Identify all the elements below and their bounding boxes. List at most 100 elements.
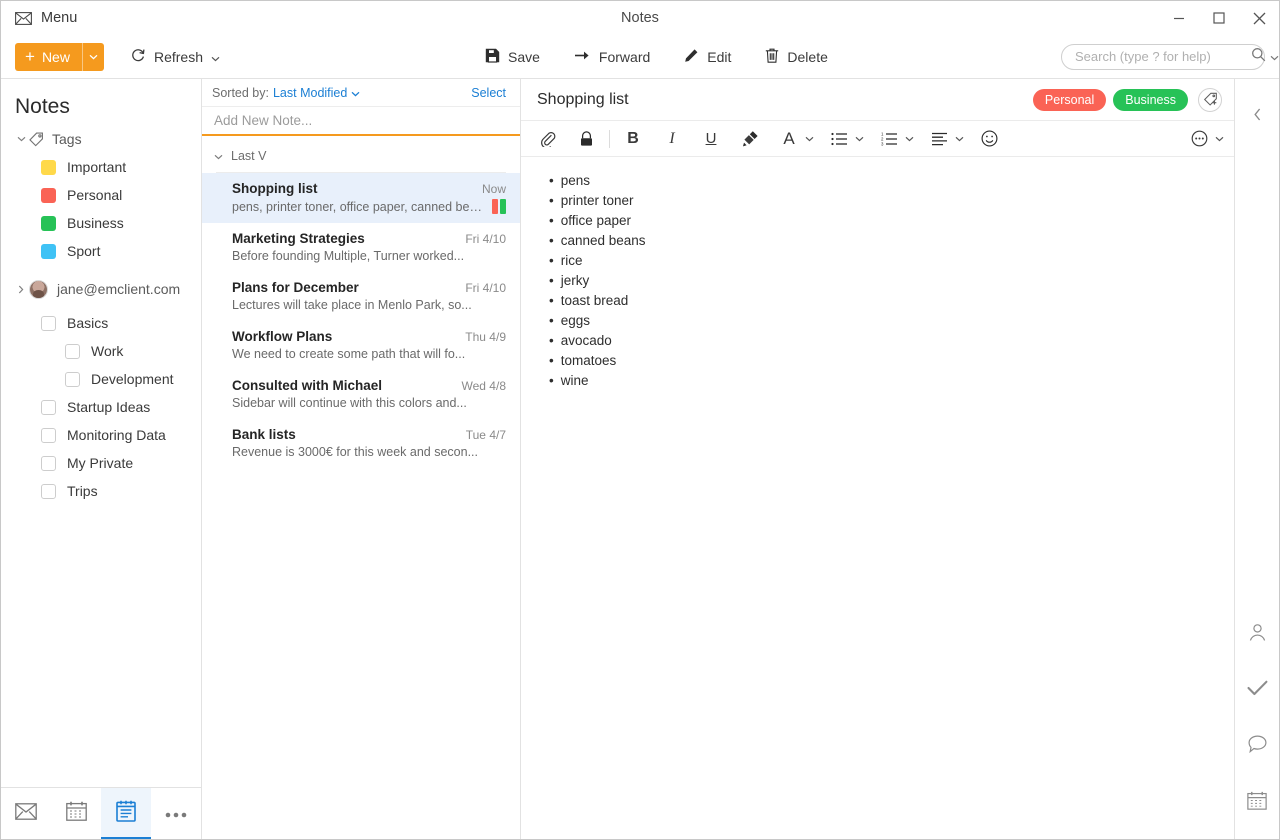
note-group-header[interactable]: Last V <box>202 140 520 172</box>
bullet-list-icon[interactable] <box>825 125 853 153</box>
note-body-line: • toast bread <box>537 291 1214 311</box>
sidebar-title: Notes <box>1 81 201 125</box>
sidebar-folder-monitoring-data[interactable]: Monitoring Data <box>1 421 201 449</box>
close-button[interactable] <box>1239 1 1279 35</box>
note-body-line: • eggs <box>537 311 1214 331</box>
new-note-main[interactable]: + New <box>15 43 82 71</box>
page-title: Shopping list <box>537 91 629 109</box>
chevron-right-icon[interactable] <box>13 285 29 294</box>
note-editor-body[interactable]: • pens • printer toner • office paper • … <box>521 157 1234 839</box>
sidebar-tag-personal[interactable]: Personal <box>1 181 201 209</box>
sidebar-tag-business[interactable]: Business <box>1 209 201 237</box>
contacts-icon[interactable] <box>1239 611 1275 653</box>
add-new-note-input[interactable] <box>214 113 508 128</box>
tasks-icon[interactable] <box>1239 667 1275 709</box>
bold-icon[interactable]: B <box>619 125 647 153</box>
nav-calendar-button[interactable] <box>51 788 101 839</box>
font-color-icon[interactable]: A <box>775 125 803 153</box>
sidebar-folder-trips[interactable]: Trips <box>1 477 201 505</box>
note-list-item-marketing-strategies[interactable]: Marketing Strategies Fri 4/10 Before fou… <box>202 223 520 272</box>
add-tag-icon[interactable] <box>1198 88 1222 112</box>
edit-button[interactable]: Edit <box>674 40 741 74</box>
chevron-down-icon[interactable] <box>13 136 29 142</box>
sidebar-account-row[interactable]: jane@emclient.com <box>1 275 201 303</box>
chat-icon[interactable] <box>1239 723 1275 765</box>
nav-notes-button[interactable] <box>101 788 151 839</box>
numbered-list-icon[interactable]: 1 2 3 <box>875 125 903 153</box>
window-controls <box>1159 1 1279 35</box>
plus-icon: + <box>25 48 35 65</box>
sidebar-tags-header[interactable]: Tags <box>1 125 201 153</box>
new-note-button[interactable]: + New <box>15 43 104 71</box>
align-group[interactable] <box>925 125 964 153</box>
note-row-bottom: Sidebar will continue with this colors a… <box>232 396 506 410</box>
chevron-down-icon[interactable] <box>805 136 814 142</box>
note-list-item-shopping-list[interactable]: Shopping list Now pens, printer toner, o… <box>202 173 520 223</box>
font-color-group[interactable]: A <box>775 125 814 153</box>
note-date: Fri 4/10 <box>455 281 506 295</box>
note-tag-indicators <box>492 199 506 214</box>
sort-by-dropdown[interactable]: Last Modified <box>273 86 360 100</box>
underline-icon[interactable]: U <box>697 125 725 153</box>
maximize-button[interactable] <box>1199 1 1239 35</box>
menu-button[interactable]: Menu <box>1 1 89 35</box>
refresh-button[interactable]: Refresh <box>120 40 230 74</box>
collapse-sidebar-button[interactable] <box>1239 93 1275 135</box>
sidebar-tag-sport[interactable]: Sport <box>1 237 201 265</box>
new-note-dropdown[interactable] <box>82 43 104 71</box>
note-row-top: Plans for December Fri 4/10 <box>232 280 506 295</box>
edit-label: Edit <box>707 49 731 65</box>
note-list-item-bank-lists[interactable]: Bank lists Tue 4/7 Revenue is 3000€ for … <box>202 419 520 468</box>
left-sidebar: Notes Tags <box>1 79 202 839</box>
note-row-top: Bank lists Tue 4/7 <box>232 427 506 442</box>
search-box[interactable] <box>1061 44 1265 70</box>
format-painter-icon[interactable] <box>736 125 764 153</box>
minimize-button[interactable] <box>1159 1 1199 35</box>
nav-mail-button[interactable] <box>1 788 51 839</box>
chevron-down-icon[interactable] <box>214 149 223 163</box>
chevron-down-icon[interactable] <box>855 136 864 142</box>
bullet-icon: • <box>549 211 554 231</box>
forward-button[interactable]: Forward <box>564 40 660 74</box>
sidebar-folder-startup-ideas[interactable]: Startup Ideas <box>1 393 201 421</box>
note-title: Workflow Plans <box>232 329 332 344</box>
sidebar-folder-development[interactable]: Development <box>1 365 201 393</box>
numbered-list-group[interactable]: 1 2 3 <box>875 125 914 153</box>
more-options-icon[interactable] <box>1185 125 1213 153</box>
search-input[interactable] <box>1075 49 1251 64</box>
note-list-item-workflow-plans[interactable]: Workflow Plans Thu 4/9 We need to create… <box>202 321 520 370</box>
add-new-note-field[interactable] <box>202 107 520 136</box>
emoji-icon[interactable] <box>975 125 1003 153</box>
sort-by-value: Last Modified <box>273 86 347 100</box>
attach-icon[interactable] <box>533 125 561 153</box>
sidebar-folder-basics[interactable]: Basics <box>1 309 201 337</box>
note-list-item-plans-for-december[interactable]: Plans for December Fri 4/10 Lectures wil… <box>202 272 520 321</box>
note-date: Thu 4/9 <box>455 330 506 344</box>
chevron-down-icon[interactable] <box>1215 136 1224 142</box>
lock-icon[interactable] <box>572 125 600 153</box>
bullet-icon: • <box>549 171 554 191</box>
sidebar-tag-important[interactable]: Important <box>1 153 201 181</box>
note-row-bottom: Revenue is 3000€ for this week and secon… <box>232 445 506 459</box>
chevron-down-icon[interactable] <box>955 136 964 142</box>
sidebar-folder-work[interactable]: Work <box>1 337 201 365</box>
save-button[interactable]: Save <box>475 40 550 74</box>
sidebar-folder-my-private[interactable]: My Private <box>1 449 201 477</box>
bullet-list-group[interactable] <box>825 125 864 153</box>
search-icon[interactable] <box>1251 47 1266 67</box>
italic-icon[interactable]: I <box>658 125 686 153</box>
nav-more-button[interactable] <box>151 788 201 839</box>
note-date: Fri 4/10 <box>455 232 506 246</box>
search-options-chevron-icon[interactable] <box>1270 48 1279 66</box>
note-tag-pills: Personal Business <box>1033 88 1222 112</box>
align-icon[interactable] <box>925 125 953 153</box>
calendar-icon[interactable] <box>1239 779 1275 821</box>
select-button[interactable]: Select <box>471 86 506 100</box>
save-icon <box>485 48 500 66</box>
tag-pill-personal[interactable]: Personal <box>1033 89 1106 111</box>
delete-button[interactable]: Delete <box>755 40 837 74</box>
chevron-down-icon[interactable] <box>905 136 914 142</box>
note-preview: Lectures will take place in Menlo Park, … <box>232 298 506 312</box>
note-list-item-consulted-with-michael[interactable]: Consulted with Michael Wed 4/8 Sidebar w… <box>202 370 520 419</box>
tag-pill-business[interactable]: Business <box>1113 89 1188 111</box>
